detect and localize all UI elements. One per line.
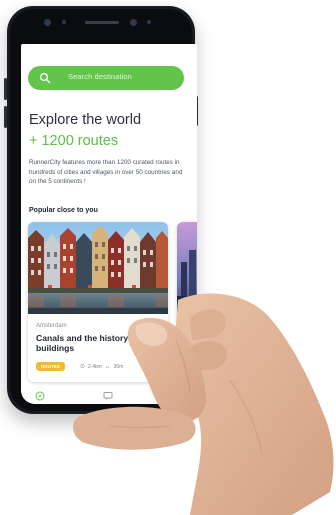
routes-count-headline: + 1200 routes bbox=[29, 133, 119, 149]
route-card[interactable]: Amsterdam Canals and the history buildin… bbox=[28, 222, 168, 382]
route-card-partial[interactable]: Ju Th S bbox=[177, 222, 197, 382]
skyline-image bbox=[177, 222, 197, 314]
route-badge: ROUTES bbox=[36, 362, 65, 371]
compass-icon[interactable] bbox=[35, 391, 45, 401]
card-title: Canals and the history buildings bbox=[36, 333, 129, 353]
smartphone-frame: Search destination Explore the world + 1… bbox=[4, 6, 198, 414]
pin-icon: ⊙ bbox=[80, 364, 86, 370]
front-camera-icon bbox=[44, 19, 51, 26]
card-title: Th S bbox=[184, 333, 197, 343]
front-camera-lens-icon bbox=[130, 19, 137, 26]
arrows-icon: ↔ bbox=[104, 363, 111, 370]
amsterdam-canal-houses-image bbox=[28, 222, 168, 314]
chat-icon[interactable] bbox=[103, 391, 113, 401]
bottom-navigation bbox=[21, 388, 197, 404]
proximity-sensor-icon bbox=[147, 20, 151, 24]
volume-button bbox=[4, 78, 7, 100]
card-duration: 30m bbox=[113, 363, 124, 370]
section-title-popular: Popular close to you bbox=[29, 207, 98, 214]
card-city-label: Ju bbox=[184, 323, 191, 329]
card-meta: ⊙ 2.4km ↔ 30m bbox=[80, 363, 124, 371]
intro-description: RunnerCity features more than 1200 curat… bbox=[29, 159, 183, 185]
sensor-icon bbox=[62, 20, 66, 24]
search-icon bbox=[39, 72, 51, 84]
volume-button-lower bbox=[4, 106, 7, 128]
card-distance: 2.4km bbox=[88, 363, 102, 370]
earpiece-speaker bbox=[85, 21, 119, 24]
card-city-label: Amsterdam bbox=[36, 323, 67, 329]
search-input[interactable]: Search destination bbox=[68, 72, 132, 81]
page-title: Explore the world bbox=[29, 112, 142, 128]
marketing-scene: Search destination Explore the world + 1… bbox=[0, 0, 336, 515]
search-bar[interactable]: Search destination bbox=[28, 66, 184, 90]
app-screen: Search destination Explore the world + 1… bbox=[21, 44, 197, 404]
